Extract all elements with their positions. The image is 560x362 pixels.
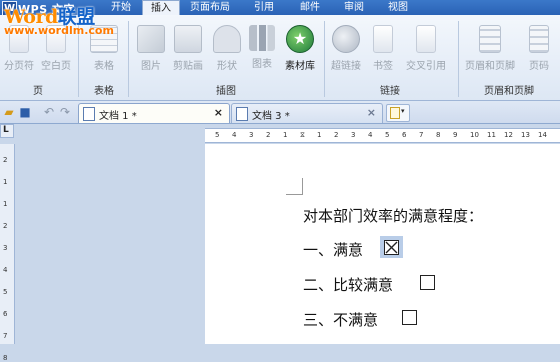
- checkbox-unchecked[interactable]: [420, 275, 435, 290]
- tab-references[interactable]: 引用: [246, 0, 282, 15]
- group-label-page: 页: [33, 86, 43, 97]
- header-footer-icon: [479, 25, 501, 53]
- group-separator: [458, 21, 459, 97]
- tab-page-layout[interactable]: 页面布局: [184, 0, 236, 15]
- watermark-url: www.wordlm.com: [4, 24, 114, 37]
- new-document-icon: [390, 107, 400, 119]
- new-tab-dropdown[interactable]: ▾: [386, 104, 410, 122]
- ruler-number: 7: [3, 332, 8, 340]
- ruler-number: 4: [368, 131, 373, 139]
- ruler-number: 1: [317, 131, 322, 139]
- hyperlink-button[interactable]: 超链接: [328, 25, 364, 83]
- save-icon[interactable]: ■: [18, 105, 32, 119]
- group-label-links: 链接: [380, 86, 400, 97]
- picture-button[interactable]: 图片: [134, 25, 168, 83]
- ruler-number: 4: [3, 266, 8, 274]
- group-separator: [324, 21, 325, 97]
- chart-button[interactable]: 图表: [246, 25, 278, 83]
- ruler-number: 2: [3, 222, 8, 230]
- cross-reference-button[interactable]: 交叉引用: [402, 25, 450, 83]
- ruler-number: 2: [3, 156, 8, 164]
- question-text: 对本部门效率的满意程度：: [303, 207, 484, 225]
- undo-icon[interactable]: ↶: [42, 105, 56, 119]
- page-number-icon: [529, 25, 549, 53]
- shapes-button[interactable]: 形状: [210, 25, 244, 83]
- tab-view[interactable]: 视图: [380, 0, 416, 15]
- tab-review[interactable]: 审阅: [336, 0, 372, 15]
- ruler-number: 2: [334, 131, 339, 139]
- ruler-tab-selector[interactable]: L: [0, 124, 14, 138]
- group-label-illustrations: 插图: [216, 86, 236, 97]
- group-separator: [128, 21, 129, 97]
- ruler-indent-marker[interactable]: ⧖: [300, 129, 305, 142]
- horizontal-ruler[interactable]: 5 4 3 2 1 ⧖ 1 2 3 4 5 6 7 8 9 10 11 12 13 14: [205, 128, 560, 143]
- document-icon: [83, 107, 95, 121]
- ruler-number: 6: [3, 310, 8, 318]
- check-x-icon: [385, 241, 398, 254]
- checkbox-unchecked[interactable]: [402, 310, 417, 325]
- ruler-number: 6: [402, 131, 407, 139]
- tab-mailings[interactable]: 邮件: [292, 0, 328, 15]
- open-folder-icon[interactable]: ▰: [2, 105, 16, 119]
- material-library-button[interactable]: ★ 素材库: [282, 25, 318, 83]
- clipart-icon: [174, 25, 202, 53]
- vertical-ruler[interactable]: 2 1 1 2 3 4 5 6 7 8: [0, 144, 15, 362]
- ruler-number: 5: [3, 288, 8, 296]
- chart-icon: [249, 25, 275, 51]
- ruler-number: 3: [351, 131, 356, 139]
- group-label-header-footer: 页眉和页脚: [484, 86, 534, 97]
- ruler-number: 1: [3, 200, 8, 208]
- document-tab-strip: ▰ ■ ↶ ↷ 文档 1 * × 文档 3 * × ▾: [0, 101, 560, 124]
- ruler-number: 14: [538, 131, 547, 139]
- ruler-number: 10: [470, 131, 479, 139]
- ruler-number: 1: [3, 178, 8, 186]
- ruler-number: 2: [266, 131, 271, 139]
- ruler-number: 8: [3, 354, 8, 362]
- material-library-icon: ★: [286, 25, 314, 53]
- picture-icon: [137, 25, 165, 53]
- option-1-text: 一、满意: [303, 241, 364, 259]
- page-number-button[interactable]: 页码: [522, 25, 556, 83]
- header-footer-button[interactable]: 页眉和页脚: [462, 25, 518, 83]
- chevron-down-icon: ▾: [401, 107, 405, 115]
- clipart-button[interactable]: 剪贴画: [170, 25, 206, 83]
- shapes-icon: [213, 25, 241, 53]
- option-3-text: 三、不满意: [303, 311, 379, 329]
- margin-corner-mark: [286, 178, 303, 195]
- ruler-number: 3: [3, 244, 8, 252]
- tab-home[interactable]: 开始: [104, 0, 138, 15]
- ruler-number: 9: [453, 131, 458, 139]
- ruler-number: 8: [436, 131, 441, 139]
- ruler-number: 5: [215, 131, 220, 139]
- option-2-text: 二、比较满意: [303, 276, 394, 294]
- document-tab-1[interactable]: 文档 1 * ×: [78, 103, 230, 123]
- ruler-number: 11: [487, 131, 496, 139]
- cross-reference-icon: [416, 25, 436, 53]
- ruler-number: 3: [249, 131, 254, 139]
- ruler-number: 1: [283, 131, 288, 139]
- close-icon[interactable]: ×: [214, 106, 223, 119]
- ruler-number: 12: [504, 131, 513, 139]
- close-icon[interactable]: ×: [367, 106, 376, 119]
- ruler-number: 7: [419, 131, 424, 139]
- ruler-number: 13: [521, 131, 530, 139]
- bookmark-button[interactable]: 书签: [366, 25, 400, 83]
- bookmark-icon: [373, 25, 393, 53]
- workspace-background: [14, 124, 205, 344]
- document-icon: [236, 107, 248, 121]
- ruler-number: 4: [232, 131, 237, 139]
- checkbox-checked[interactable]: [384, 240, 399, 255]
- document-tab-3[interactable]: 文档 3 * ×: [231, 103, 383, 123]
- ruler-number: 5: [385, 131, 390, 139]
- group-label-table: 表格: [94, 86, 114, 97]
- redo-icon[interactable]: ↷: [58, 105, 72, 119]
- hyperlink-icon: [332, 25, 360, 53]
